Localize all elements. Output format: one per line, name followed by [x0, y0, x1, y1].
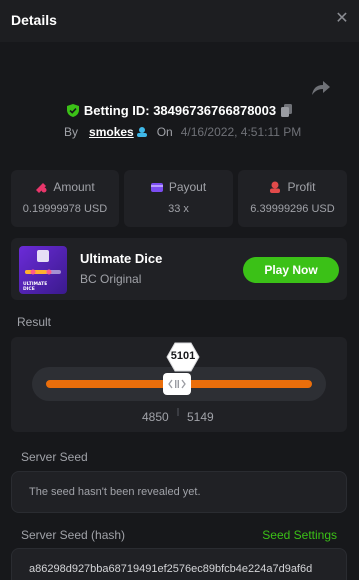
slider-handle[interactable]: [163, 373, 191, 395]
play-now-button[interactable]: Play Now: [243, 257, 339, 283]
username-link[interactable]: smokes: [89, 125, 134, 139]
profit-label: Profit: [287, 180, 316, 194]
details-header: Details ✕: [0, 0, 359, 42]
payout-stat: Payout 33 x: [124, 170, 233, 227]
result-label: Result: [17, 315, 52, 329]
server-seed-hash-label: Server Seed (hash): [21, 528, 126, 542]
close-icon[interactable]: ✕: [335, 11, 349, 27]
server-seed-hash-field[interactable]: a86298d927bba68719491ef2576ec89bfcb4e224…: [11, 548, 347, 580]
game-subtitle: BC Original: [80, 272, 142, 286]
game-thumb-text: ULTIMATE DICE: [23, 282, 48, 292]
bet-author-row: By smokes On 4/16/2022, 4:51:11 PM: [64, 123, 301, 141]
server-seed-message: The seed hasn't been revealed yet.: [29, 486, 201, 498]
amount-stat: Amount 0.19999978 USD: [11, 170, 119, 227]
server-seed-field: The seed hasn't been revealed yet.: [11, 471, 347, 513]
user-badge-icon: [136, 127, 147, 137]
game-name: Ultimate Dice: [80, 251, 163, 266]
payout-value: 33 x: [168, 203, 189, 215]
game-card: ULTIMATE DICE Ultimate Dice BC Original …: [11, 238, 347, 300]
payout-label: Payout: [168, 180, 207, 194]
bet-datetime: 4/16/2022, 4:51:11 PM: [180, 125, 302, 139]
amount-value: 0.19999978 USD: [22, 203, 108, 215]
server-seed-hash-value: a86298d927bba68719491ef2576ec89bfcb4e224…: [29, 563, 313, 575]
share-icon[interactable]: [310, 79, 332, 97]
range-low: 4850: [142, 410, 169, 424]
on-label: On: [156, 125, 173, 139]
result-value: 5101: [170, 350, 196, 362]
seed-settings-link[interactable]: Seed Settings: [262, 528, 337, 542]
profit-value: 6.39999296 USD: [250, 203, 335, 215]
verified-shield-icon: [66, 103, 79, 117]
by-label: By: [64, 125, 79, 139]
server-seed-label: Server Seed: [21, 450, 88, 464]
game-thumbnail: ULTIMATE DICE: [19, 246, 67, 294]
profit-stat: Profit 6.39999296 USD: [238, 170, 347, 227]
range-high: 5149: [187, 410, 214, 424]
payout-icon: [150, 182, 163, 192]
drag-handle-icon: [168, 379, 186, 389]
betting-id-row: Betting ID: 38496736766878003: [0, 100, 359, 120]
amount-label: Amount: [53, 180, 95, 194]
betting-id: Betting ID: 38496736766878003: [83, 102, 277, 118]
details-title: Details: [11, 12, 57, 28]
result-value-marker: 5101: [166, 342, 200, 372]
copy-icon[interactable]: [281, 103, 293, 117]
range-separator: [177, 408, 179, 416]
result-panel: 5101 4850 5149: [11, 337, 347, 432]
profit-icon: [270, 181, 281, 193]
amount-icon: [36, 183, 47, 193]
